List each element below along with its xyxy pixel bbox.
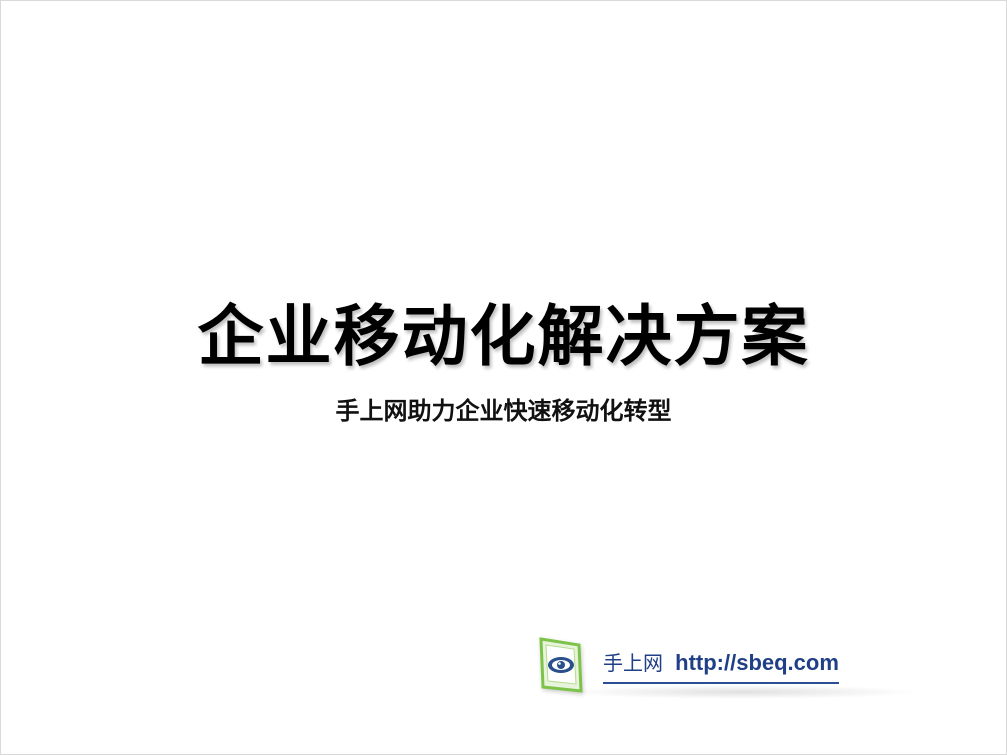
brand-name: 手上网 [603, 650, 663, 675]
brand-url-link[interactable]: http://sbeq.com [675, 650, 839, 675]
brand-link[interactable]: 手上网 http://sbeq.com [603, 647, 839, 684]
slide-title: 企业移动化解决方案 [197, 298, 810, 375]
slide: 企业移动化解决方案 手上网助力企业快速移动化转型 手上网 http://sbeq… [0, 0, 1007, 755]
brand-footer: 手上网 http://sbeq.com [539, 637, 839, 693]
slide-subtitle: 手上网助力企业快速移动化转型 [335, 397, 672, 425]
sbeq-eye-logo-icon [539, 637, 583, 693]
